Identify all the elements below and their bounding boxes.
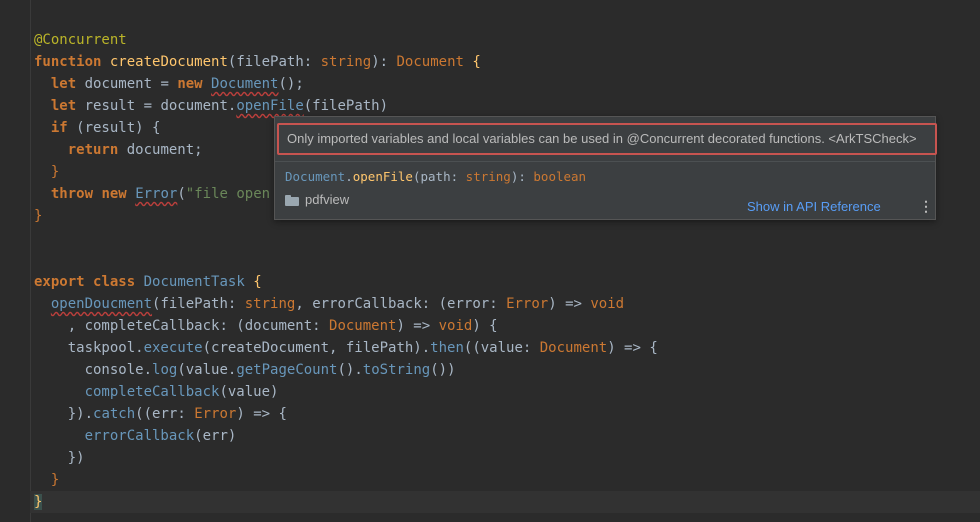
code-line: }	[30, 491, 980, 513]
method-signature: Document.openFile(path: string): boolean	[285, 169, 587, 184]
code-line: errorCallback(err)	[84, 428, 237, 444]
module-name: pdfview	[305, 192, 350, 207]
code-line: function createDocument(filePath: string…	[34, 54, 481, 70]
module-info: pdfview	[285, 191, 349, 209]
code-line: let result = document.openFile(filePath)	[50, 98, 389, 114]
editor-gutter	[0, 0, 31, 522]
code-line: @Concurrent	[34, 29, 980, 51]
code-line: completeCallback(value)	[84, 384, 279, 400]
code-line-text: @Concurrent	[34, 32, 127, 48]
signature-return-type: boolean	[533, 169, 587, 184]
code-line: export class DocumentTask {	[34, 274, 262, 290]
code-line: }	[50, 472, 60, 488]
code-line: let document = new Document();	[50, 76, 304, 92]
signature-param-type: string	[465, 169, 511, 184]
code-editor[interactable]: @Concurrent function createDocument(file…	[30, 29, 980, 513]
more-options-icon[interactable]: ⋮	[919, 197, 933, 215]
code-line: console.log(value.getPageCount().toStrin…	[34, 362, 456, 378]
code-line: , completeCallback: (document: Document)…	[34, 318, 498, 334]
quick-doc-popup: Only imported variables and local variab…	[274, 116, 937, 220]
signature-class: Document	[285, 169, 346, 184]
folder-icon	[285, 194, 299, 206]
show-in-api-reference-link[interactable]: Show in API Reference	[747, 199, 881, 214]
code-line: openDoucment(filePath: string, errorCall…	[50, 296, 625, 312]
code-line: taskpool.execute(createDocument, filePat…	[34, 340, 658, 356]
error-message: Only imported variables and local variab…	[277, 123, 937, 155]
code-line: }).catch((err: Error) => {	[34, 406, 287, 422]
signature-method: openFile	[352, 169, 413, 184]
popup-divider	[275, 161, 935, 162]
code-line: })	[34, 450, 85, 466]
signature-param: path	[420, 169, 451, 184]
